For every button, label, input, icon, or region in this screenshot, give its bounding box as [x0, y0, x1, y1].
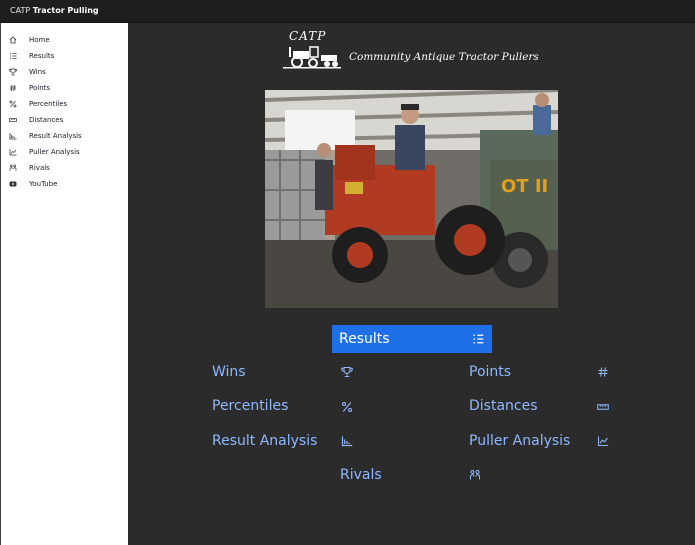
catp-logo: CATP Community Antique Tractor Pullers	[283, 27, 553, 71]
rivals-icon[interactable]	[468, 468, 482, 482]
sidebar-item-label: Distances	[29, 116, 64, 124]
sidebar: Home Results Wins Points Percentiles Dis…	[0, 23, 128, 545]
brand-title: Tractor Pulling	[32, 6, 99, 15]
sidebar-item-label: Home	[29, 36, 50, 44]
sidebar-item-label: Wins	[29, 68, 46, 76]
brand-prefix: CATP	[10, 6, 31, 15]
main-content: CATP Community Antique Tractor Pullers O…	[128, 23, 695, 545]
sidebar-item-home[interactable]: Home	[9, 33, 50, 47]
rivals-icon	[9, 163, 21, 173]
sidebar-item-label: Result Analysis	[29, 132, 82, 140]
ordered-list-icon	[473, 334, 484, 344]
distances-link[interactable]: Distances	[469, 396, 538, 416]
bar-chart-icon[interactable]	[340, 434, 354, 448]
svg-text:OT II: OT II	[501, 176, 548, 197]
sidebar-item-label: YouTube	[29, 180, 58, 188]
puller-analysis-link[interactable]: Puller Analysis	[469, 431, 570, 451]
sidebar-item-rivals[interactable]: Rivals	[9, 161, 50, 175]
hash-icon[interactable]	[596, 365, 610, 379]
sidebar-item-distances[interactable]: Distances	[9, 113, 63, 127]
sidebar-item-label: Rivals	[29, 164, 50, 172]
percent-icon	[9, 99, 21, 109]
line-chart-icon[interactable]	[596, 434, 610, 448]
sidebar-item-percentiles[interactable]: Percentiles	[9, 97, 67, 111]
sidebar-item-result-analysis[interactable]: Result Analysis	[9, 129, 82, 143]
logo-name: Community Antique Tractor Pullers	[349, 51, 539, 63]
sidebar-item-label: Puller Analysis	[29, 148, 80, 156]
ruler-icon[interactable]	[596, 400, 610, 414]
hash-icon	[9, 83, 21, 93]
rivals-link[interactable]: Rivals	[340, 465, 382, 485]
percent-icon[interactable]	[340, 400, 354, 414]
home-icon	[9, 35, 21, 45]
sidebar-item-points[interactable]: Points	[9, 81, 50, 95]
top-navbar: CATP Tractor Pulling	[0, 0, 695, 23]
sidebar-item-wins[interactable]: Wins	[9, 65, 46, 79]
sidebar-item-youtube[interactable]: YouTube	[9, 177, 57, 191]
sidebar-item-label: Percentiles	[29, 100, 68, 108]
results-button[interactable]: Results	[332, 325, 492, 353]
youtube-icon	[9, 179, 21, 189]
trophy-icon[interactable]	[340, 365, 354, 379]
line-chart-icon	[9, 147, 21, 157]
sidebar-item-results[interactable]: Results	[9, 49, 54, 63]
results-button-label: Results	[339, 331, 390, 347]
logo-short: CATP	[289, 29, 327, 43]
tractor-logo-icon	[283, 46, 341, 69]
bar-chart-icon	[9, 131, 21, 141]
result-analysis-link[interactable]: Result Analysis	[212, 431, 317, 451]
sidebar-item-puller-analysis[interactable]: Puller Analysis	[9, 145, 80, 159]
percentiles-link[interactable]: Percentiles	[212, 396, 288, 416]
tractor-pull-photo: OT II	[265, 90, 558, 308]
wins-link[interactable]: Wins	[212, 362, 246, 382]
trophy-icon	[9, 67, 21, 77]
sidebar-item-label: Results	[29, 52, 55, 60]
sidebar-item-label: Points	[29, 84, 51, 92]
ruler-icon	[9, 115, 21, 125]
points-link[interactable]: Points	[469, 362, 511, 382]
brand[interactable]: CATP Tractor Pulling	[10, 6, 99, 15]
ordered-list-icon	[9, 51, 21, 61]
